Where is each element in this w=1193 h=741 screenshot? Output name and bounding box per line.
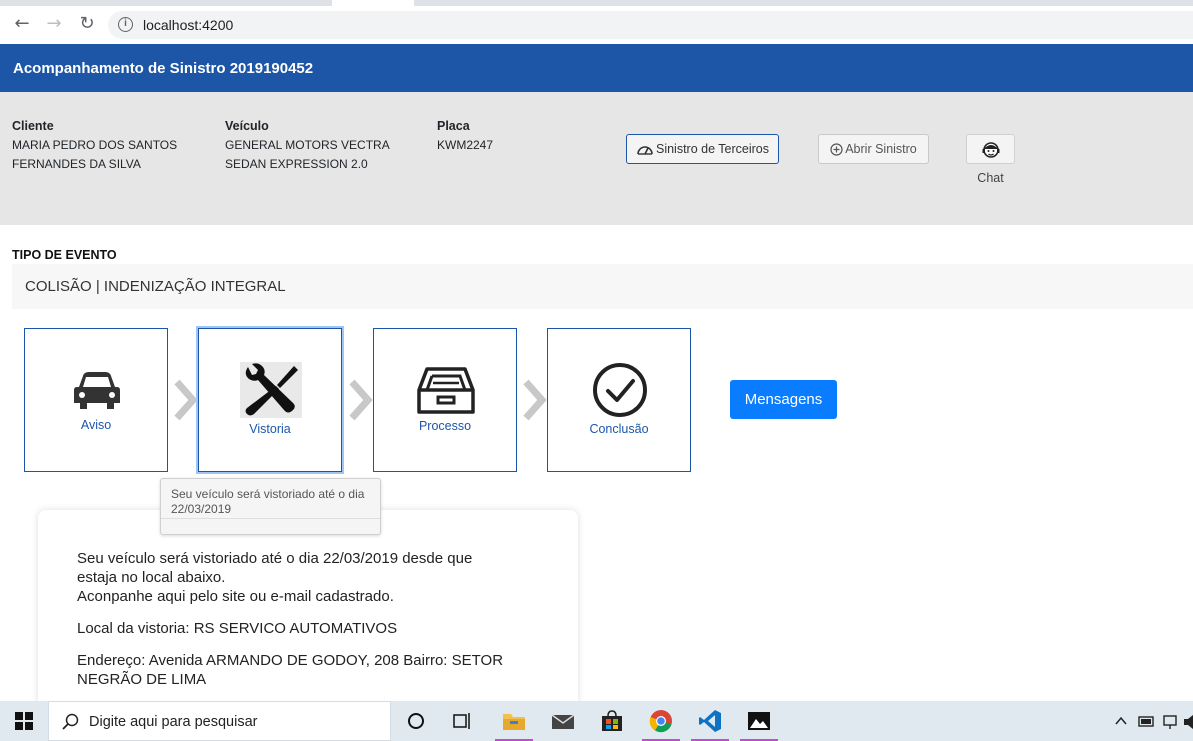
step-conclusao[interactable]: Conclusão	[547, 328, 691, 472]
cliente-block: Cliente MARIA PEDRO DOS SANTOS FERNANDES…	[12, 117, 177, 174]
tools-icon	[240, 362, 302, 418]
veiculo-label: Veículo	[225, 119, 269, 133]
abrir-sinistro-label: Abrir Sinistro	[845, 142, 917, 156]
folder-icon	[503, 714, 525, 730]
file-explorer-icon[interactable]	[491, 701, 537, 741]
chat-button[interactable]	[966, 134, 1015, 164]
image-icon	[748, 712, 770, 730]
app-header: Acompanhamento de Sinistro 2019190452	[0, 44, 1193, 92]
vistoria-tooltip: Seu veículo será vistoriado até o dia 22…	[160, 478, 381, 535]
forward-icon[interactable]: →	[44, 14, 64, 34]
check-circle-icon	[593, 363, 647, 417]
shopping-bag-icon	[602, 710, 622, 731]
step-conclusao-label: Conclusão	[589, 422, 649, 436]
placa-value: KWM2247	[437, 138, 494, 152]
vistoria-message-line3: Aconpanhe aqui pelo site ou e-mail cadas…	[77, 588, 394, 605]
placa-label: Placa	[437, 119, 470, 133]
cortana-icon[interactable]	[393, 701, 439, 741]
chevron-right-icon	[523, 379, 547, 421]
windows-logo-icon	[15, 712, 33, 730]
cliente-name-line2: FERNANDES DA SILVA	[12, 157, 141, 171]
speedometer-icon	[637, 146, 653, 155]
step-aviso[interactable]: Aviso	[24, 328, 168, 472]
volume-icon[interactable]	[1184, 714, 1193, 730]
veiculo-line1: GENERAL MOTORS VECTRA	[225, 138, 390, 152]
car-icon	[74, 372, 120, 409]
mensagens-button[interactable]: Mensagens	[730, 380, 837, 419]
browser-toolbar: ← → ↻ i localhost:4200	[0, 0, 1193, 44]
mail-icon[interactable]	[540, 701, 586, 741]
photos-icon[interactable]	[736, 701, 782, 741]
site-info-icon[interactable]: i	[118, 17, 133, 32]
veiculo-block: Veículo GENERAL MOTORS VECTRA SEDAN EXPR…	[225, 117, 390, 174]
inbox-tray-icon	[417, 367, 475, 414]
vistoria-endereco-line2: NEGRÃO DE LIMA	[77, 671, 207, 688]
vistoria-message-line1: Seu veículo será vistoriado até o dia 22…	[77, 550, 473, 567]
tipo-evento-bar: COLISÃO | INDENIZAÇÃO INTEGRAL	[12, 264, 1193, 309]
plus-circle-icon	[830, 142, 843, 156]
cliente-name-line1: MARIA PEDRO DOS SANTOS	[12, 138, 178, 152]
tipo-evento-label: TIPO DE EVENTO	[12, 248, 117, 262]
taskbar-search-placeholder[interactable]: Digite aqui para pesquisar	[89, 714, 257, 730]
vistoria-local: Local da vistoria: RS SERVICO AUTOMATIVO…	[77, 620, 398, 637]
vistoria-endereco-line1: Endereço: Avenida ARMANDO DE GODOY, 208 …	[77, 652, 504, 669]
chat-label[interactable]: Chat	[966, 171, 1015, 185]
task-view-icon[interactable]	[440, 701, 486, 741]
vscode-logo-icon	[699, 710, 721, 732]
step-aviso-label: Aviso	[80, 418, 112, 432]
step-processo-label: Processo	[418, 419, 472, 433]
veiculo-line2: SEDAN EXPRESSION 2.0	[225, 157, 368, 171]
support-agent-icon	[982, 142, 1000, 158]
chrome-icon[interactable]	[638, 701, 684, 741]
step-vistoria-label: Vistoria	[249, 422, 291, 436]
reload-icon[interactable]: ↻	[77, 14, 97, 34]
vscode-icon[interactable]	[687, 701, 733, 741]
cortana-circle-icon	[408, 713, 424, 729]
address-bar[interactable]: i localhost:4200	[108, 11, 1193, 39]
url-text[interactable]: localhost:4200	[143, 17, 233, 33]
cliente-label: Cliente	[12, 119, 54, 133]
sinistro-terceiros-label: Sinistro de Terceiros	[655, 142, 769, 156]
battery-icon[interactable]	[1138, 714, 1156, 728]
step-vistoria[interactable]: Vistoria	[198, 328, 342, 472]
chevron-right-icon	[174, 379, 198, 421]
step-processo[interactable]: Processo	[373, 328, 517, 472]
tipo-evento-value: COLISÃO | INDENIZAÇÃO INTEGRAL	[25, 278, 286, 295]
tooltip-divider	[161, 518, 380, 519]
vistoria-message-line2: estaja no local abaixo.	[77, 569, 226, 586]
tab-strip	[0, 0, 1193, 6]
vistoria-details-card: Seu veículo será vistoriado até o dia 22…	[38, 510, 578, 710]
chrome-logo-icon	[649, 710, 672, 733]
vistoria-tooltip-text: Seu veículo será vistoriado até o dia 22…	[171, 487, 365, 516]
abrir-sinistro-button[interactable]: Abrir Sinistro	[818, 134, 929, 164]
back-icon[interactable]: ←	[12, 14, 32, 34]
start-button[interactable]	[0, 701, 48, 741]
placa-block: Placa KWM2247	[437, 117, 493, 155]
store-icon[interactable]	[589, 701, 635, 741]
task-view-glyph-icon	[453, 713, 470, 729]
page-title: Acompanhamento de Sinistro 2019190452	[13, 60, 314, 77]
windows-taskbar: Digite aqui para pesquisar	[0, 701, 1193, 741]
chevron-right-icon	[349, 379, 373, 421]
active-tab[interactable]	[332, 0, 414, 6]
network-icon[interactable]	[1162, 714, 1180, 730]
sinistro-terceiros-button[interactable]: Sinistro de Terceiros	[626, 134, 779, 164]
taskbar-search[interactable]: Digite aqui para pesquisar	[48, 701, 391, 741]
chevron-up-icon[interactable]	[1114, 715, 1128, 727]
search-icon	[62, 713, 79, 730]
envelope-icon	[551, 714, 575, 729]
